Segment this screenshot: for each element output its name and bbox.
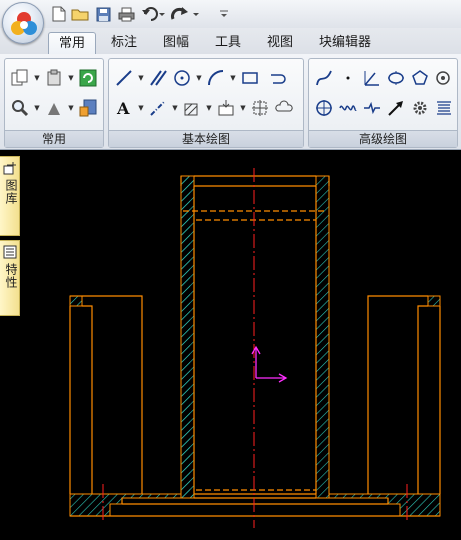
arc-icon[interactable]	[205, 67, 227, 89]
redo-icon[interactable]	[170, 5, 200, 23]
properties-icon	[3, 245, 17, 259]
gear-icon[interactable]	[409, 97, 431, 119]
group-label-common: 常用	[5, 130, 103, 147]
line-icon[interactable]	[113, 67, 135, 89]
ribbon-tab-bar: 常用 标注 图幅 工具 视图 块编辑器	[0, 28, 461, 54]
customize-icon[interactable]	[218, 5, 230, 23]
chevron-down-icon[interactable]: ▼	[171, 97, 179, 119]
design-center-icon[interactable]	[77, 97, 99, 119]
library-tab-label: 图库	[4, 179, 18, 205]
chevron-down-icon[interactable]: ▼	[229, 67, 237, 89]
tab-tools[interactable]: 工具	[208, 32, 248, 54]
hole-icon[interactable]	[433, 67, 455, 89]
chevron-down-icon[interactable]: ▼	[67, 67, 75, 89]
quick-access-toolbar	[0, 0, 461, 28]
library-icon	[3, 162, 16, 175]
tab-common[interactable]: 常用	[48, 32, 96, 54]
chevron-down-icon[interactable]: ▼	[67, 97, 75, 119]
polygon-icon[interactable]	[409, 67, 431, 89]
tab-sheet[interactable]: 图幅	[156, 32, 196, 54]
angle-line-icon[interactable]	[361, 67, 383, 89]
ribbon-panel: ▼ ▼ ▼ ▼ 常用 ▼ ▼ ▼ A ▼ ▼ ▼ ▼ 基本绘图 高级绘图	[0, 54, 461, 150]
ellipse-icon[interactable]	[385, 67, 407, 89]
group-label-basic-draw: 基本绘图	[109, 130, 303, 147]
polyline-icon[interactable]	[267, 67, 289, 89]
properties-tab-label: 特性	[4, 263, 18, 289]
copy-icon[interactable]	[9, 67, 31, 89]
match-properties-icon[interactable]	[43, 97, 65, 119]
cad-application-window: 常用 标注 图幅 工具 视图 块编辑器 ▼ ▼ ▼ ▼ 常用 ▼ ▼ ▼ A ▼…	[0, 0, 461, 540]
parallel-line-icon[interactable]	[147, 67, 169, 89]
cad-drawing	[69, 168, 441, 528]
undo-icon[interactable]	[140, 5, 166, 23]
point-icon[interactable]	[337, 67, 359, 89]
text-icon[interactable]: A	[113, 97, 135, 119]
tab-library[interactable]: 图库	[0, 156, 20, 236]
chevron-down-icon[interactable]: ▼	[137, 97, 145, 119]
tab-block-editor[interactable]: 块编辑器	[314, 32, 376, 54]
wave-line-icon[interactable]	[337, 97, 359, 119]
chevron-down-icon[interactable]: ▼	[33, 97, 41, 119]
hatch-icon[interactable]	[181, 97, 203, 119]
revision-cloud-icon[interactable]	[273, 97, 295, 119]
tab-properties[interactable]: 特性	[0, 240, 20, 316]
hidden-lines	[183, 210, 327, 491]
open-folder-icon[interactable]	[70, 5, 90, 23]
circle-icon[interactable]	[171, 67, 193, 89]
regenerate-icon[interactable]	[77, 67, 99, 89]
insert-block-icon[interactable]	[215, 97, 237, 119]
chevron-down-icon[interactable]: ▼	[33, 67, 41, 89]
dimension-grid-icon[interactable]	[249, 97, 271, 119]
spline-icon[interactable]	[313, 67, 335, 89]
chevron-down-icon[interactable]: ▼	[205, 97, 213, 119]
app-logo-icon	[11, 12, 37, 35]
application-menu-button[interactable]	[2, 2, 44, 44]
hatched-sections	[69, 175, 441, 517]
drawing-canvas[interactable]	[20, 150, 461, 540]
arrow-icon[interactable]	[385, 97, 407, 119]
paste-icon[interactable]	[43, 67, 65, 89]
centerline-icon[interactable]	[147, 97, 169, 119]
chevron-down-icon[interactable]: ▼	[239, 97, 247, 119]
center-hole-icon[interactable]	[313, 97, 335, 119]
chevron-down-icon[interactable]: ▼	[137, 67, 145, 89]
part-outline	[69, 175, 441, 517]
group-basic-draw: ▼ ▼ ▼ A ▼ ▼ ▼ ▼ 基本绘图	[108, 58, 304, 148]
side-panel: 图库 特性	[0, 150, 20, 540]
group-label-advanced-draw: 高级绘图	[309, 130, 457, 147]
break-line-icon[interactable]	[361, 97, 383, 119]
tab-annotate[interactable]: 标注	[104, 32, 144, 54]
zoom-icon[interactable]	[9, 97, 31, 119]
tab-view[interactable]: 视图	[260, 32, 300, 54]
svg-text:A: A	[116, 99, 130, 117]
group-advanced-draw: 高级绘图	[308, 58, 458, 148]
save-icon[interactable]	[94, 5, 112, 23]
chevron-down-icon[interactable]: ▼	[195, 67, 203, 89]
print-icon[interactable]	[116, 5, 136, 23]
ucs-icon	[251, 345, 288, 383]
rectangle-icon[interactable]	[239, 67, 261, 89]
spring-icon[interactable]	[433, 97, 455, 119]
new-file-icon[interactable]	[50, 5, 68, 23]
group-common: ▼ ▼ ▼ ▼ 常用	[4, 58, 104, 148]
